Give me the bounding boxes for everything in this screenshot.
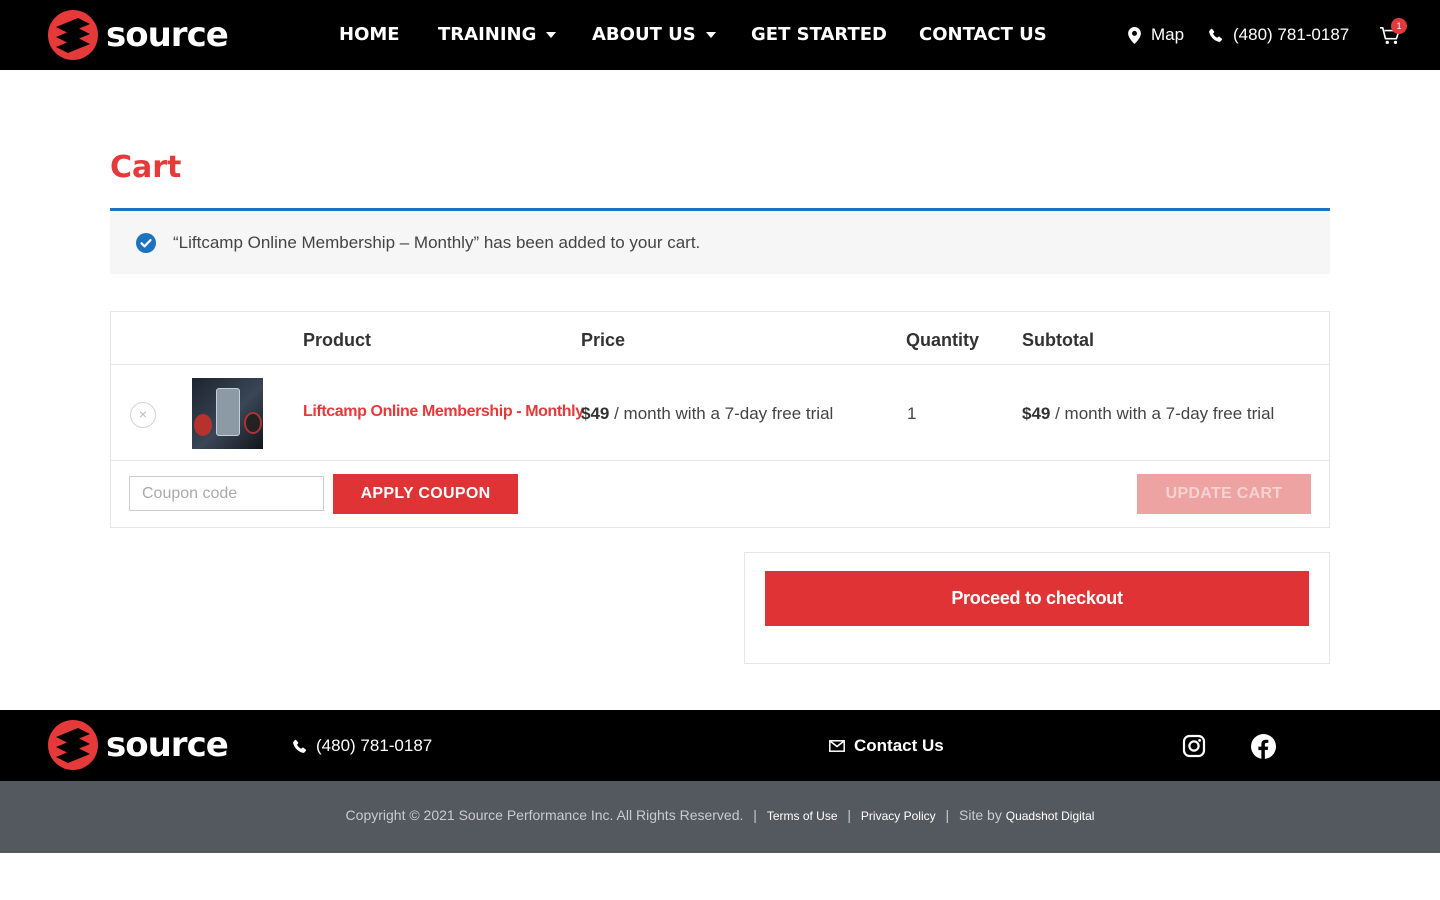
- site-header: source HOME TRAINING ABOUT US GET STARTE…: [0, 0, 1440, 70]
- logo-wordmark: source: [106, 725, 229, 765]
- update-cart-button[interactable]: UPDATE CART: [1137, 474, 1311, 514]
- product-thumbnail[interactable]: [192, 378, 263, 449]
- row-divider: [111, 460, 1329, 461]
- site-by-text: Site by: [959, 807, 1002, 823]
- phone-icon: [293, 739, 307, 753]
- privacy-policy-link[interactable]: Privacy Policy: [861, 809, 936, 823]
- added-to-cart-notice: “Liftcamp Online Membership – Monthly” h…: [110, 208, 1330, 274]
- source-logo-icon: [48, 720, 98, 770]
- header-divider: [111, 364, 1329, 365]
- footer-bottom: Copyright © 2021 Source Performance Inc.…: [0, 781, 1440, 853]
- separator: |: [945, 807, 950, 823]
- product-quantity[interactable]: 1: [907, 404, 916, 424]
- separator: |: [753, 807, 757, 823]
- check-circle-icon: [136, 233, 156, 253]
- copyright-bar: Copyright © 2021 Source Performance Inc.…: [0, 807, 1440, 823]
- footer-logo[interactable]: source: [48, 720, 229, 770]
- terms-of-use-link[interactable]: Terms of Use: [767, 809, 838, 823]
- nav-contact-us[interactable]: CONTACT US: [919, 24, 1047, 45]
- footer-contact-link[interactable]: Contact Us: [829, 736, 944, 756]
- envelope-icon: [829, 740, 845, 752]
- nav-get-started-label: GET STARTED: [751, 24, 887, 45]
- product-price: $49 / month with a 7-day free trial: [581, 404, 833, 424]
- logo-wordmark: source: [106, 15, 229, 55]
- nav-contact-us-label: CONTACT US: [919, 24, 1047, 45]
- header-product: Product: [303, 330, 372, 350]
- footer-top: source (480) 781-0187 Contact Us: [0, 710, 1440, 781]
- thumbnail-phone: [216, 388, 240, 436]
- facebook-icon[interactable]: [1251, 734, 1276, 759]
- map-pin-icon: [1128, 26, 1141, 44]
- page-title: Cart: [110, 150, 182, 185]
- site-by-link[interactable]: Quadshot Digital: [1006, 809, 1095, 823]
- price-suffix: / month with a 7-day free trial: [609, 404, 834, 423]
- cart-totals: Proceed to checkout: [744, 552, 1330, 664]
- footer-phone: (480) 781-0187: [316, 736, 433, 755]
- nav-get-started[interactable]: GET STARTED: [751, 24, 887, 45]
- phone-icon: [1209, 28, 1223, 42]
- coupon-code-input[interactable]: [129, 476, 324, 511]
- nav-training[interactable]: TRAINING: [438, 24, 557, 45]
- footer-contact-label: Contact Us: [854, 736, 944, 755]
- subtotal-amount: $49: [1022, 404, 1051, 423]
- nav-home-label: HOME: [339, 24, 400, 45]
- map-link[interactable]: Map: [1128, 25, 1184, 45]
- price-amount: $49: [581, 404, 610, 423]
- apply-coupon-button[interactable]: APPLY COUPON: [333, 474, 518, 514]
- cart-table: Product Price Quantity Subtotal × Liftca…: [110, 311, 1330, 528]
- nav-about-us-label: ABOUT US: [592, 24, 696, 45]
- separator: |: [847, 807, 852, 823]
- product-subtotal: $49 / month with a 7-day free trial: [1022, 404, 1274, 424]
- nav-home[interactable]: HOME: [339, 24, 400, 45]
- site-logo[interactable]: source: [48, 10, 229, 60]
- nav-training-label: TRAINING: [438, 24, 537, 45]
- copyright-text: Copyright © 2021 Source Performance Inc.…: [345, 807, 744, 823]
- subtotal-suffix: / month with a 7-day free trial: [1050, 404, 1275, 423]
- instagram-icon[interactable]: [1182, 734, 1206, 758]
- product-name-link[interactable]: Liftcamp Online Membership - Monthly: [303, 403, 584, 421]
- cart-count-badge: 1: [1391, 18, 1407, 34]
- proceed-to-checkout-button[interactable]: Proceed to checkout: [765, 571, 1309, 626]
- header-phone-link[interactable]: (480) 781-0187: [1209, 25, 1349, 45]
- header-quantity: Quantity: [906, 330, 980, 350]
- chevron-down-icon: [546, 31, 557, 38]
- thumbnail-plate-left: [194, 414, 212, 436]
- header-phone: (480) 781-0187: [1233, 25, 1350, 44]
- notice-message: “Liftcamp Online Membership – Monthly” h…: [173, 233, 701, 252]
- header-price: Price: [581, 330, 626, 350]
- nav-about-us[interactable]: ABOUT US: [592, 24, 716, 45]
- map-label: Map: [1151, 25, 1185, 44]
- chevron-down-icon: [705, 31, 716, 38]
- thumbnail-plate-right: [244, 412, 262, 434]
- source-logo-icon: [48, 10, 98, 60]
- remove-item-button[interactable]: ×: [130, 402, 156, 428]
- footer-phone-link[interactable]: (480) 781-0187: [293, 736, 432, 756]
- header-subtotal: Subtotal: [1022, 330, 1094, 350]
